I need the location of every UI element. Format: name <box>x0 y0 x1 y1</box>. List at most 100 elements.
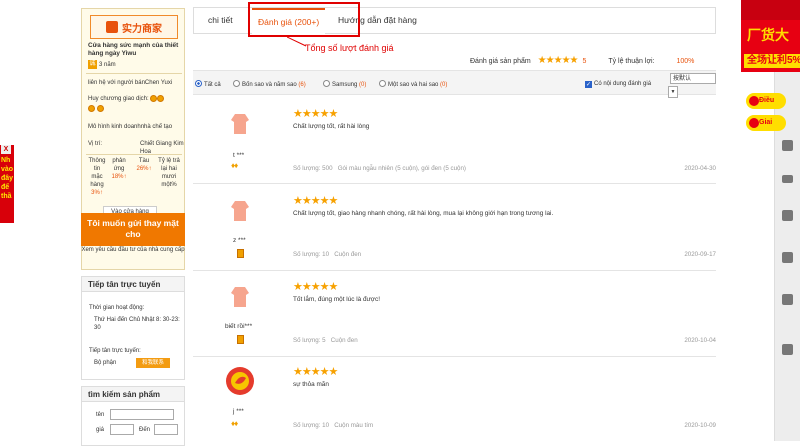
radio-icon[interactable] <box>323 80 330 87</box>
review-item: j *** ♦♦ ★★★★★ sự thỏa mãn Số lượng: 10 … <box>193 358 716 448</box>
review-text: Chất lượng tốt, giao hàng nhanh chóng, r… <box>293 210 554 217</box>
review-item: biết rồi*** ★★★★★ Tốt lắm, đúng một lúc … <box>193 271 716 357</box>
pill-label: Giai <box>759 119 773 126</box>
support-title: Tiếp tân trực tuyến <box>82 277 184 292</box>
hours-label: Thời gian hoạt động: <box>89 305 145 311</box>
shop-title[interactable]: Cửa hàng sức mạnh của thiết hàng ngày Yi… <box>88 42 182 58</box>
shop-seal-icon <box>106 21 118 33</box>
review-meta: Số lượng: 500 Gói màu ngẫu nhiên (5 cuộn… <box>293 165 466 172</box>
radio-icon[interactable] <box>195 80 202 87</box>
promo-banner[interactable]: 厂货大 全场让利5% <box>741 0 800 72</box>
diamond-icon: ♦♦ <box>231 161 238 170</box>
review-body: ★★★★★ Tốt lắm, đúng một lúc là được! <box>293 282 380 304</box>
review-date: 2020-04-30 <box>684 165 716 172</box>
radio-icon[interactable] <box>379 80 386 87</box>
chat-button[interactable]: 和我联系 <box>136 358 170 368</box>
filter-mid[interactable]: Samsung (0) <box>323 80 366 89</box>
product-rating-label: Đánh giá sản phẩm <box>470 58 531 65</box>
review-meta: Số lượng: 10 Cuộn đen <box>293 251 361 258</box>
investment-link[interactable]: Xem yêu cầu đầu tư của nhà cung cấp <box>81 246 185 255</box>
medal-row <box>88 105 104 113</box>
star-icon[interactable] <box>782 252 793 263</box>
history-icon[interactable] <box>782 294 793 305</box>
price-min-input[interactable] <box>110 424 134 435</box>
review-meta: Số lượng: 10 Cuộn màu tím <box>293 422 373 429</box>
sort-select[interactable]: 按默认 <box>670 73 716 84</box>
review-meta: Số lượng: 5 Cuộn đen <box>293 337 358 344</box>
content-filter-label: Có nội dung đánh giá <box>594 81 652 87</box>
shop-badge: 实力商家 <box>90 15 178 39</box>
review-body: ★★★★★ Chất lượng tốt, rất hài lòng <box>293 109 369 131</box>
review-item: z *** ★★★★★ Chất lượng tốt, giao hàng nh… <box>193 185 716 271</box>
avatar <box>225 108 255 138</box>
right-pill-1[interactable]: Điều <box>746 93 786 109</box>
medal-icon <box>237 249 244 258</box>
rating-score: 5 <box>582 58 587 65</box>
filter-all[interactable]: Tất cả <box>195 80 221 89</box>
review-user: t *** <box>233 152 245 159</box>
review-text: Tốt lắm, đúng một lúc là được! <box>293 296 380 303</box>
avatar <box>225 195 255 225</box>
chat-icon[interactable] <box>782 344 793 355</box>
gold-supplier-icon: 诚 <box>88 60 97 69</box>
checkbox-icon[interactable]: ✓ <box>585 81 592 88</box>
list-icon[interactable] <box>782 210 793 221</box>
review-body: ★★★★★ sự thỏa mãn <box>293 366 338 389</box>
annotation-arrow <box>287 37 307 47</box>
search-title: tìm kiếm sản phẩm <box>82 387 184 402</box>
filter-count: (0) <box>440 82 448 88</box>
review-qty: Số lượng: 10 <box>293 251 330 258</box>
radio-icon[interactable] <box>233 80 240 87</box>
review-stars: ★★★★★ <box>293 366 338 378</box>
medal-icon <box>88 105 95 112</box>
medal-icon <box>157 95 165 102</box>
business-model: Mô hình kinh doanhnhà chế tạo <box>88 124 173 130</box>
review-spec: Gói màu ngẫu nhiên (5 cuộn), gói đen (5 … <box>337 165 466 172</box>
user-icon[interactable] <box>782 140 793 151</box>
stat-value: 26%↑ <box>136 166 152 172</box>
review-filter-bar: Tất cả Bốn sao và năm sao (6) Samsung (0… <box>193 70 716 95</box>
tab-details[interactable]: chi tiết <box>208 8 233 34</box>
filter-label: Một sao và hai sao <box>388 82 439 88</box>
shop-badge-text: 实力商家 <box>122 23 162 35</box>
filter-low[interactable]: Một sao và hai sao (0) <box>379 80 447 89</box>
avatar <box>226 367 254 395</box>
review-date: 2020-10-09 <box>684 422 716 429</box>
product-search-panel: tìm kiếm sản phẩm tên giá Đến <box>81 386 185 446</box>
overall-rating: Đánh giá sản phẩm ★★★★★ 5 Tỷ lệ thuận lợ… <box>470 55 694 66</box>
filter-label: Samsung <box>332 82 358 88</box>
review-spec: Cuộn đen <box>330 337 358 344</box>
name-label: tên <box>96 412 105 418</box>
medal-label: Huy chương giao dịch: <box>88 95 165 103</box>
filter-label: Tất cả <box>204 82 221 88</box>
divider <box>86 154 182 155</box>
filter-label: Bốn sao và năm sao <box>242 82 297 88</box>
stat-value: 3%↑ <box>91 190 103 196</box>
hours-value: Thứ Hai đến Chủ Nhật 8: 30-23: 30 <box>94 317 180 331</box>
name-input[interactable] <box>110 409 174 420</box>
review-stars: ★★★★★ <box>293 281 338 293</box>
medal-icon <box>96 105 104 112</box>
stat-label: Tàu <box>138 158 150 164</box>
review-spec: Cuộn đen <box>334 251 362 258</box>
mail-icon[interactable] <box>782 175 793 183</box>
banner-sub: 全场让利5% <box>744 54 800 68</box>
shop-years-text: 3 năm <box>99 61 116 68</box>
location-icon <box>749 96 759 106</box>
highlight-box <box>248 2 360 37</box>
medal-icon <box>150 95 158 102</box>
chevron-down-icon[interactable]: ▼ <box>668 86 678 98</box>
price-max-input[interactable] <box>154 424 178 435</box>
medal-icon <box>237 335 244 344</box>
left-ad-strip[interactable]: X Nh vào đây để thầ <box>0 145 14 223</box>
banner-title: 厂货大 <box>747 27 789 43</box>
review-item: t *** ♦♦ ★★★★★ Chất lượng tốt, rất hài l… <box>193 98 716 184</box>
contact-seller[interactable]: liên hệ với người bánChen Yuxi <box>88 79 172 87</box>
right-pill-2[interactable]: Giai <box>746 115 786 131</box>
content-filter[interactable]: ✓ Có nội dung đánh giá <box>585 80 651 88</box>
dropship-button[interactable]: Tôi muốn gửi thay mặt cho <box>81 213 185 246</box>
review-text: sự thỏa mãn <box>293 381 329 388</box>
filter-high[interactable]: Bốn sao và năm sao (6) <box>233 80 306 89</box>
close-icon[interactable]: X <box>1 145 11 154</box>
review-stars: ★★★★★ <box>293 108 338 120</box>
